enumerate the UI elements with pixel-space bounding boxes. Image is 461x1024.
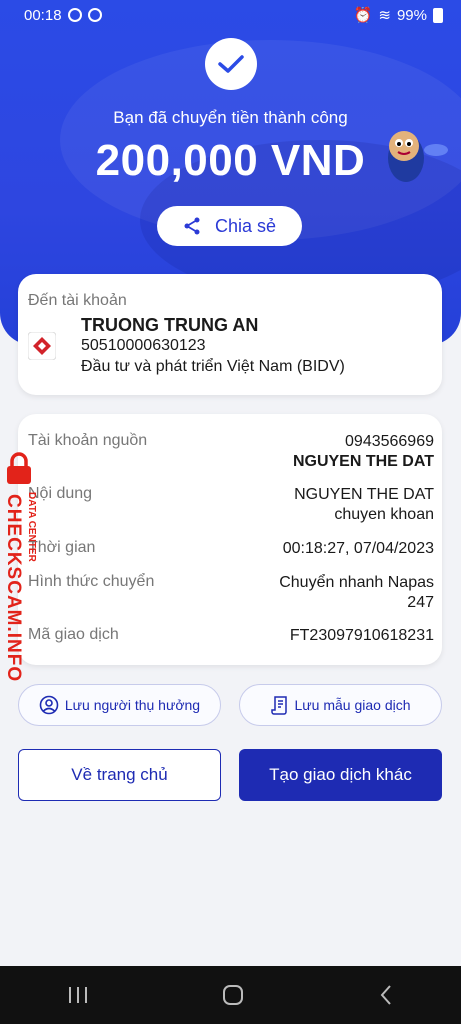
recipient-bank: Đầu tư và phát triển Việt Nam (BIDV) [81, 358, 345, 375]
save-template-label: Lưu mẫu giao dịch [294, 697, 411, 713]
share-icon [184, 217, 200, 235]
txn-value: FT23097910618231 [289, 627, 434, 644]
system-nav-bar [0, 966, 461, 1024]
back-icon[interactable] [378, 984, 394, 1006]
bidv-logo-icon [28, 332, 56, 360]
battery-icon [433, 7, 443, 23]
content-line2: chuyen khoan [334, 506, 434, 523]
lock-icon [7, 452, 31, 484]
recent-apps-icon[interactable] [67, 985, 89, 1005]
method-line2: 247 [407, 594, 434, 611]
status-bar: 00:18 ⏰ ≋ 99% [0, 0, 461, 30]
mascot-icon [388, 131, 448, 182]
recipient-account: 50510000630123 [81, 337, 206, 354]
source-label: Tài khoản nguồn [28, 432, 148, 449]
home-nav-icon[interactable] [222, 984, 244, 1006]
content-line1: NGUYEN THE DAT [294, 486, 434, 503]
recipient-card: Đến tài khoản TRUONG TRUNG AN 5051000063… [18, 274, 442, 395]
recipient-name: TRUONG TRUNG AN [81, 315, 259, 335]
watermark-text: CHECKSCAM.INFO [3, 494, 24, 683]
watermark-subtext: DATA CENTER [26, 492, 37, 562]
home-button[interactable]: Về trang chủ [18, 749, 221, 801]
success-check-icon [205, 38, 257, 90]
source-account-row: Tài khoản nguồn 0943566969 NGUYEN THE DA… [28, 432, 434, 472]
notification-icon [67, 8, 82, 22]
save-beneficiary-button[interactable]: Lưu người thụ hưởng [18, 684, 221, 726]
source-name: NGUYEN THE DAT [292, 453, 434, 470]
source-account: 0943566969 [345, 433, 434, 450]
share-label: Chia sẻ [214, 215, 277, 236]
time-row: Thời gian 00:18:27, 07/04/2023 [28, 539, 434, 559]
wifi-icon: ≋ [378, 7, 391, 24]
new-transaction-button[interactable]: Tạo giao dịch khác [239, 749, 442, 801]
recipient-label: Đến tài khoản [28, 292, 127, 309]
transaction-id-row: Mã giao dịch FT23097910618231 [28, 626, 434, 646]
status-time: 00:18 [24, 6, 62, 24]
save-template-button[interactable]: Lưu mẫu giao dịch [239, 684, 442, 726]
transaction-details-card: Tài khoản nguồn 0943566969 NGUYEN THE DA… [18, 414, 442, 665]
receipt-icon [270, 696, 287, 715]
time-label: Thời gian [28, 539, 96, 556]
txn-label: Mã giao dịch [28, 626, 119, 643]
time-value: 00:18:27, 07/04/2023 [282, 540, 434, 557]
method-label: Hình thức chuyển [28, 573, 155, 590]
content-label: Nội dung [28, 485, 93, 502]
messenger-icon [87, 8, 102, 22]
battery-level: 99% [396, 6, 427, 24]
alarm-icon: ⏰ [353, 7, 373, 24]
method-line1: Chuyển nhanh Napas [279, 574, 434, 591]
method-row: Hình thức chuyển Chuyển nhanh Napas 247 [28, 573, 434, 613]
save-beneficiary-label: Lưu người thụ hưởng [64, 697, 201, 713]
checkscam-watermark: CHECKSCAM.INFO DATA CENTER [0, 452, 37, 683]
content-row: Nội dung NGUYEN THE DAT chuyen khoan [28, 485, 434, 525]
user-circle-icon [39, 695, 59, 715]
share-button[interactable]: Chia sẻ [157, 206, 302, 246]
